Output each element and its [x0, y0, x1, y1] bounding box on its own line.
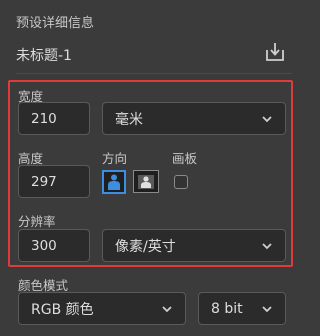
portrait-person-icon [108, 174, 120, 190]
resolution-label: 分辨率 [18, 214, 56, 229]
landscape-person-icon [138, 174, 154, 189]
landscape-orientation-button[interactable] [133, 170, 159, 193]
chevron-down-icon [262, 305, 272, 312]
portrait-orientation-button[interactable] [102, 170, 126, 194]
unit-select-value: 毫米 [115, 111, 143, 128]
unit-select[interactable]: 毫米 [102, 102, 286, 135]
artboard-checkbox[interactable] [174, 175, 188, 189]
section-title: 预设详细信息 [16, 16, 95, 31]
resolution-unit-select[interactable]: 像素/英寸 [102, 229, 286, 262]
chevron-down-icon [162, 305, 172, 312]
chevron-down-icon [262, 242, 272, 249]
bit-depth-select[interactable]: 8 bit [198, 292, 286, 325]
bit-depth-value: 8 bit [211, 300, 243, 317]
color-mode-select[interactable]: RGB 颜色 [18, 292, 186, 325]
height-input[interactable]: 297 [18, 165, 90, 198]
width-input[interactable]: 210 [18, 102, 90, 135]
divider [16, 73, 292, 74]
artboard-label: 画板 [172, 151, 198, 166]
chevron-down-icon [262, 115, 272, 122]
orientation-label: 方向 [102, 151, 128, 166]
save-preset-icon [266, 43, 284, 61]
resolution-unit-value: 像素/英寸 [115, 238, 176, 255]
save-preset-button[interactable] [263, 40, 287, 64]
color-mode-value: RGB 颜色 [31, 301, 94, 318]
resolution-input[interactable]: 300 [18, 229, 90, 262]
document-name-field[interactable]: 未标题-1 [16, 45, 72, 65]
